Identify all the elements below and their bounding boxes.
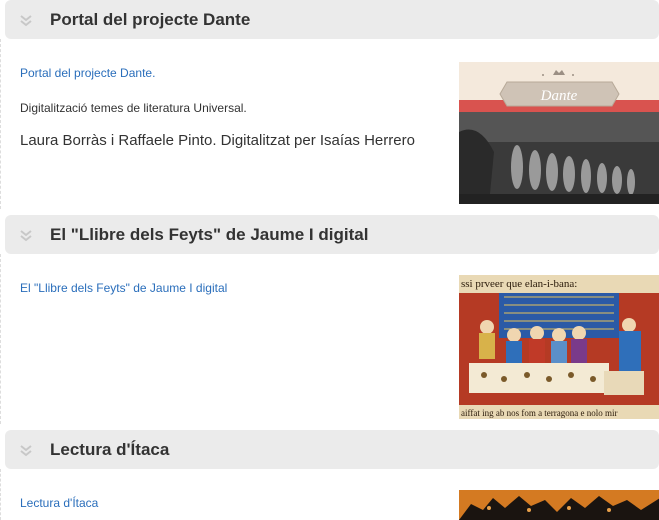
lectura-itaca-link[interactable]: Lectura d'Ítaca xyxy=(20,496,98,510)
manuscript-top-text: ssi prveer que elan-i-bana: xyxy=(461,278,577,290)
chevron-double-down-icon xyxy=(20,15,32,27)
chevron-double-down-icon xyxy=(20,230,32,242)
section-title: Lectura d'Ítaca xyxy=(50,440,170,459)
manuscript-illustration: ssi prveer que elan-i-bana: aiffat ing a… xyxy=(459,275,659,419)
section-body: Lectura d'Ítaca xyxy=(0,469,659,520)
dante-logo-text: Dante xyxy=(540,88,578,104)
chevron-double-down-icon xyxy=(20,445,32,457)
section-body: El "Llibre dels Feyts" de Jaume I digita… xyxy=(0,254,659,424)
llibre-feyts-link[interactable]: El "Llibre dels Feyts" de Jaume I digita… xyxy=(20,281,227,295)
itaca-illustration xyxy=(459,490,659,520)
section-title: El "Llibre dels Feyts" de Jaume I digita… xyxy=(50,225,369,244)
portal-dante-link[interactable]: Portal del projecte Dante. xyxy=(20,66,155,80)
dante-image[interactable]: Dante xyxy=(459,62,659,204)
manuscript-bottom-text: aiffat ing ab nos fom a terragona e nolo… xyxy=(461,408,618,418)
section-header[interactable]: Lectura d'Ítaca xyxy=(5,430,659,469)
credit-text: Laura Borràs i Raffaele Pinto. Digitalit… xyxy=(20,132,415,149)
description-text: Digitalització temes de literatura Unive… xyxy=(20,101,247,115)
section-header[interactable]: Portal del projecte Dante xyxy=(5,0,659,39)
section-header[interactable]: El "Llibre dels Feyts" de Jaume I digita… xyxy=(5,215,659,254)
dante-illustration: Dante xyxy=(459,62,659,204)
section-title: Portal del projecte Dante xyxy=(50,10,251,29)
section-body: Portal del projecte Dante. Digitalitzaci… xyxy=(0,39,659,209)
manuscript-image[interactable]: ssi prveer que elan-i-bana: aiffat ing a… xyxy=(459,275,659,419)
itaca-image[interactable] xyxy=(459,490,659,520)
